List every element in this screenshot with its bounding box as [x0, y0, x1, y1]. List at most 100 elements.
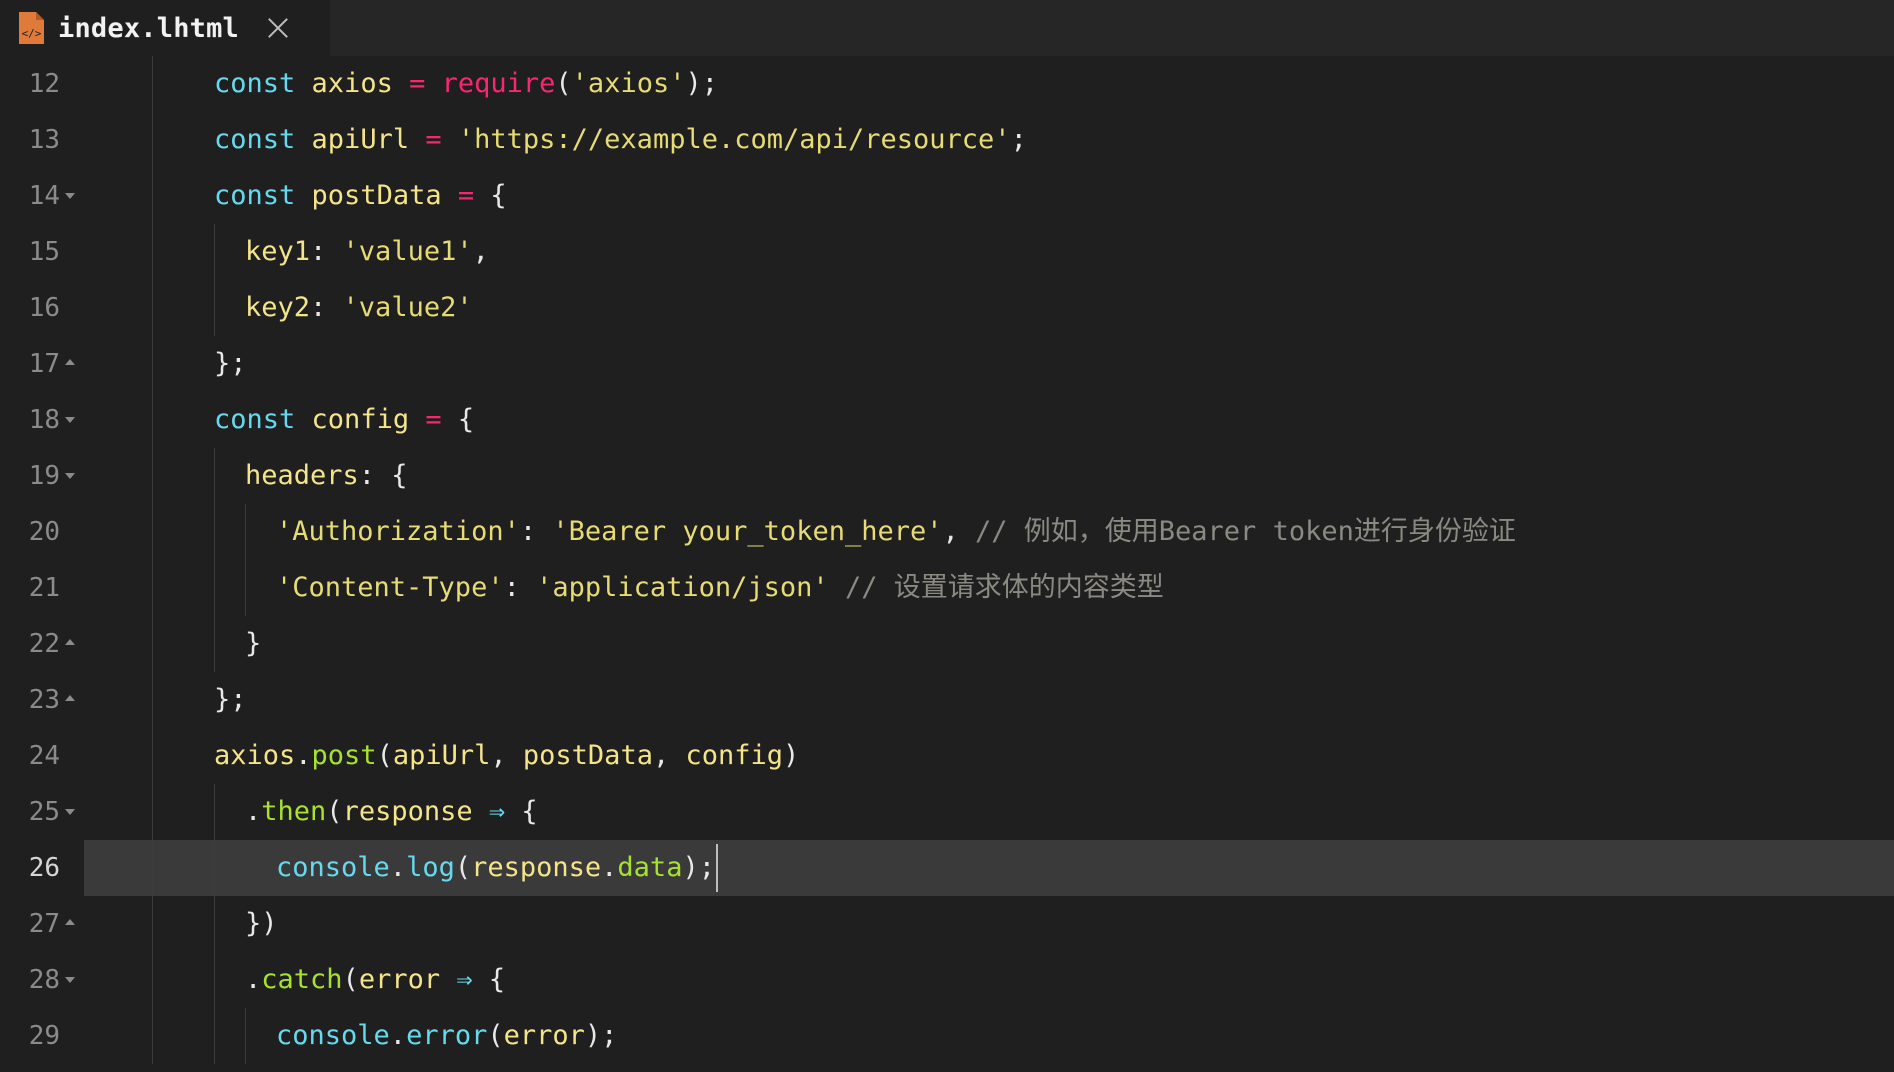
code-token: );: [682, 852, 715, 883]
indent-guide: [214, 896, 215, 952]
code-token: (: [555, 68, 572, 99]
code-token: 'value1': [342, 236, 473, 267]
fold-expanded-icon[interactable]: [65, 417, 75, 423]
code-token: (: [326, 796, 343, 827]
code-text: const postData = {: [214, 168, 507, 224]
code-line[interactable]: 18 const config = {: [0, 392, 1894, 448]
indent-guide: [152, 952, 153, 1008]
code-token: error: [358, 964, 441, 995]
code-token: then: [261, 796, 327, 827]
indent-guide: [245, 840, 246, 896]
fold-collapse-end-icon[interactable]: [65, 919, 75, 925]
code-line[interactable]: 21 'Content-Type': 'application/json' // …: [0, 560, 1894, 616]
code-token: 'value2': [342, 292, 473, 323]
code-line[interactable]: 15 key1: 'value1',: [0, 224, 1894, 280]
code-token: response: [471, 852, 602, 883]
indent-guide: [152, 1008, 153, 1064]
code-token: =: [441, 180, 491, 211]
svg-text:</>: </>: [22, 27, 42, 40]
code-token: );: [584, 1020, 618, 1051]
line-number: 20: [28, 517, 60, 547]
code-token: console: [276, 1020, 390, 1051]
line-number: 19: [28, 461, 60, 491]
code-text: console.error(error);: [276, 1008, 617, 1064]
code-token: const: [214, 180, 296, 211]
code-token: (: [487, 1020, 504, 1051]
code-token: 'application/json': [536, 572, 829, 603]
code-token: ⇒: [472, 796, 522, 827]
code-line[interactable]: 22}: [0, 616, 1894, 672]
code-text: 'Authorization': 'Bearer your_token_here…: [276, 504, 1516, 560]
code-token: 'Bearer your_token_here': [552, 516, 943, 547]
code-token: postData: [522, 740, 653, 771]
code-token: log: [406, 852, 455, 883]
code-text: }): [245, 896, 278, 952]
code-editor[interactable]: 12 const axios = require('axios'); 13 const…: [0, 56, 1894, 1072]
code-token: ⇒: [440, 964, 489, 995]
line-number: 29: [28, 1021, 60, 1051]
indent-guide: [152, 504, 153, 560]
indent-guide: [245, 560, 246, 616]
fold-collapse-end-icon[interactable]: [65, 359, 75, 365]
fold-expanded-icon[interactable]: [65, 809, 75, 815]
code-token: .: [245, 796, 262, 827]
line-number: 22: [28, 629, 60, 659]
fold-expanded-icon[interactable]: [65, 977, 75, 983]
code-line[interactable]: 29 console.error(error);: [0, 1008, 1894, 1064]
code-token: key2: [245, 292, 311, 323]
indent-guide: [152, 616, 153, 672]
fold-collapse-end-icon[interactable]: [65, 695, 75, 701]
code-token: 'Content-Type': [276, 572, 504, 603]
code-token: .: [245, 964, 262, 995]
indent-guide: [152, 168, 153, 224]
code-token: 'Authorization': [276, 516, 520, 547]
code-line[interactable]: 28 .catch(error ⇒ {: [0, 952, 1894, 1008]
code-line[interactable]: 20 'Authorization': 'Bearer your_token_he…: [0, 504, 1894, 560]
code-text: 'Content-Type': 'application/json' // 设置…: [276, 560, 1164, 616]
code-token: ,: [490, 740, 523, 771]
code-text: const config = {: [214, 392, 474, 448]
code-token: (: [342, 964, 359, 995]
tab-index-lhtml[interactable]: </> index.lhtml: [0, 0, 330, 56]
code-token: apiUrl: [311, 124, 410, 155]
code-token: response: [342, 796, 473, 827]
code-token: ,: [942, 516, 976, 547]
code-token: key1: [245, 236, 311, 267]
code-token: ): [783, 740, 800, 771]
close-icon[interactable]: [267, 17, 289, 39]
code-token: ,: [472, 236, 489, 267]
code-line[interactable]: 19 headers: {: [0, 448, 1894, 504]
code-line[interactable]: 24 axios.post(apiUrl, postData, config): [0, 728, 1894, 784]
code-token: post: [311, 740, 377, 771]
line-number: 26: [28, 853, 60, 883]
indent-guide: [152, 672, 153, 728]
code-line[interactable]: 16 key2: 'value2': [0, 280, 1894, 336]
code-line[interactable]: 23};: [0, 672, 1894, 728]
fold-expanded-icon[interactable]: [65, 473, 75, 479]
fold-expanded-icon[interactable]: [65, 193, 75, 199]
text-cursor: [716, 844, 718, 892]
code-token: axios: [311, 68, 393, 99]
code-line[interactable]: 13 const apiUrl = 'https://example.com/ap…: [0, 112, 1894, 168]
indent-guide: [152, 280, 153, 336]
code-line[interactable]: 12 const axios = require('axios');: [0, 56, 1894, 112]
indent-guide: [152, 336, 153, 392]
fold-collapse-end-icon[interactable]: [65, 639, 75, 645]
indent-guide: [214, 280, 215, 336]
code-line[interactable]: 25 .then(response ⇒ {: [0, 784, 1894, 840]
code-token: console: [276, 852, 390, 883]
code-line[interactable]: 14 const postData = {: [0, 168, 1894, 224]
code-token: headers: [245, 460, 359, 491]
code-line[interactable]: 17};: [0, 336, 1894, 392]
indent-guide: [214, 840, 215, 896]
code-token: :: [503, 572, 537, 603]
code-token: :: [310, 292, 343, 323]
code-line[interactable]: 26 console.log(response.data);: [0, 840, 1894, 896]
code-line[interactable]: 27}): [0, 896, 1894, 952]
code-token: .: [389, 1020, 407, 1051]
code-token: require: [441, 68, 556, 99]
code-text: .then(response ⇒ {: [245, 784, 538, 840]
